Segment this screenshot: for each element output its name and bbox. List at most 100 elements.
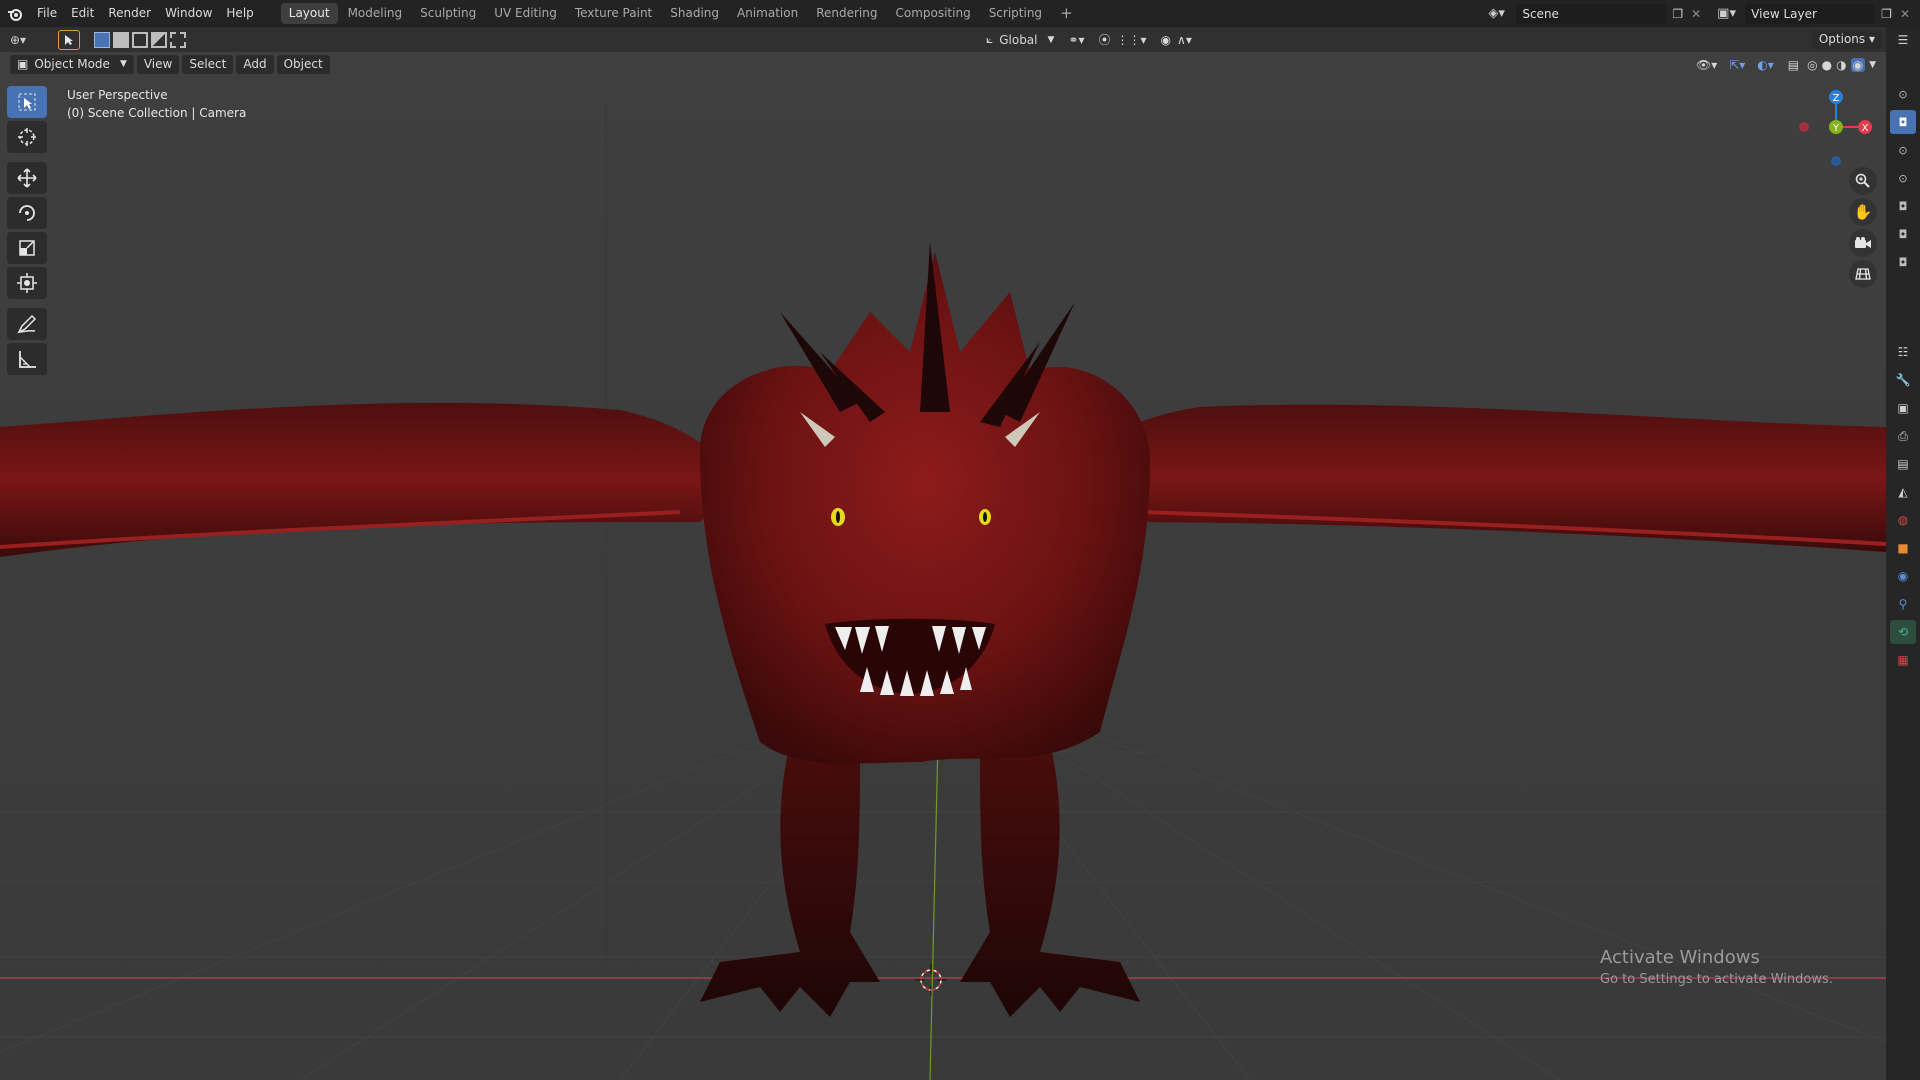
object-data-properties-icon[interactable]: ⟲ xyxy=(1890,620,1916,644)
transform-orientation-dropdown[interactable]: ⟀ Global ▼ xyxy=(986,32,1054,47)
scene-properties-icon[interactable]: ◭ xyxy=(1890,480,1916,504)
selection-mode-group[interactable] xyxy=(94,31,186,48)
camera-icon-6[interactable]: ◘ xyxy=(1890,250,1916,274)
select-box-tool[interactable] xyxy=(7,86,47,118)
tab-sculpting[interactable]: Sculpting xyxy=(412,3,484,24)
material-shading-icon[interactable]: ◑ xyxy=(1836,58,1846,72)
activate-windows-watermark: Activate Windows Go to Settings to activ… xyxy=(1600,946,1833,990)
tab-scripting[interactable]: Scripting xyxy=(981,3,1050,24)
view-layer-selector[interactable]: ▣▾ View Layer ❐ ✕ xyxy=(1717,3,1910,24)
properties-sidebar: ☰ ⊙ ◘ ⊙ ⊙ ◘ ◘ ◘ ☷ 🔧 ▣ ⎙ ▤ ◭ ◍ ■ ◉ ⚲ ⟲ ▦ xyxy=(1886,27,1920,1080)
world-properties-icon[interactable]: ◍ xyxy=(1890,508,1916,532)
view-layer-properties-icon[interactable]: ▤ xyxy=(1890,452,1916,476)
modifier-properties-icon[interactable]: ◉ xyxy=(1890,564,1916,588)
tab-compositing[interactable]: Compositing xyxy=(887,3,978,24)
camera-icon-active[interactable]: ◘ xyxy=(1890,110,1916,134)
physics-properties-icon[interactable]: ⚲ xyxy=(1890,592,1916,616)
tab-texture-paint[interactable]: Texture Paint xyxy=(567,3,660,24)
navigation-gizmo[interactable]: Z Y X xyxy=(1791,87,1881,177)
menu-help[interactable]: Help xyxy=(219,0,260,27)
neg-x-handle xyxy=(1799,122,1809,132)
select-extend-icon[interactable] xyxy=(113,31,129,48)
mode-dropdown[interactable]: ▣ Object Mode ▼ xyxy=(10,55,134,74)
camera-icon-3[interactable]: ⊙ xyxy=(1890,166,1916,190)
xray-icon[interactable]: ▤ xyxy=(1788,58,1799,72)
solid-shading-icon[interactable]: ● xyxy=(1822,58,1832,72)
move-tool[interactable] xyxy=(7,162,47,194)
camera-view-icon[interactable] xyxy=(1849,229,1877,257)
menu-object[interactable]: Object xyxy=(276,55,330,74)
menu-file[interactable]: File xyxy=(30,0,64,27)
select-new-icon[interactable] xyxy=(94,31,110,48)
proportional-edit-icon[interactable]: ◉ xyxy=(1161,33,1171,47)
falloff-icon[interactable]: ∧▾ xyxy=(1177,33,1192,47)
menu-window[interactable]: Window xyxy=(158,0,219,27)
3d-cursor xyxy=(915,964,947,996)
measure-tool[interactable] xyxy=(7,343,47,375)
shading-options-icon[interactable]: ▼ xyxy=(1869,60,1876,70)
scene-selector[interactable]: ◈▾ Scene ❐ ✕ xyxy=(1488,3,1701,24)
delete-view-layer-icon[interactable]: ✕ xyxy=(1900,7,1910,21)
chevron-down-icon: ▼ xyxy=(1047,34,1055,45)
tab-layout[interactable]: Layout xyxy=(280,3,338,24)
viewport-info: User Perspective (0) Scene Collection | … xyxy=(67,86,246,122)
outliner-icon[interactable]: ☰ xyxy=(1890,28,1916,52)
menu-add[interactable]: Add xyxy=(236,55,274,74)
menu-select[interactable]: Select xyxy=(182,55,234,74)
camera-icon-2[interactable]: ⊙ xyxy=(1890,138,1916,162)
3d-viewport[interactable]: ▣ Object Mode ▼ View Select Add Object 👁… xyxy=(0,52,1886,1080)
properties-editor-icon[interactable]: ☷ xyxy=(1890,340,1916,364)
select-invert-icon[interactable] xyxy=(151,31,167,48)
scale-tool[interactable] xyxy=(7,232,47,264)
menu-view[interactable]: View xyxy=(136,55,180,74)
editor-type-icon[interactable]: ⊕▾ xyxy=(10,33,40,47)
pivot-point-icon[interactable]: ⚭▾ xyxy=(1068,33,1084,47)
visibility-icon[interactable]: 👁▾ xyxy=(1696,58,1717,72)
texture-properties-icon[interactable]: ▦ xyxy=(1890,648,1916,672)
scene-field[interactable]: Scene xyxy=(1516,3,1667,24)
gizmo-toggle-icon[interactable]: ⇱▾ xyxy=(1729,58,1745,72)
cursor-tool[interactable] xyxy=(7,121,47,153)
options-dropdown[interactable]: Options ▾ xyxy=(1811,30,1882,49)
snap-target-icon[interactable]: ⋮⋮▾ xyxy=(1117,33,1147,47)
delete-scene-icon[interactable]: ✕ xyxy=(1691,7,1701,21)
object-properties-icon[interactable]: ■ xyxy=(1890,536,1916,560)
y-axis-line xyxy=(929,741,939,1080)
render-camera-icon[interactable]: ⊙ xyxy=(1890,82,1916,106)
output-properties-icon[interactable]: ⎙ xyxy=(1890,424,1916,448)
overlay-toggle-icon[interactable]: ◐▾ xyxy=(1757,58,1774,72)
render-properties-icon[interactable]: ▣ xyxy=(1890,396,1916,420)
rendered-shading-icon[interactable]: ◉ xyxy=(1850,57,1866,72)
snap-icon[interactable]: ⦿ xyxy=(1099,31,1111,48)
menu-render[interactable]: Render xyxy=(101,0,158,27)
view-layer-field[interactable]: View Layer xyxy=(1745,3,1876,24)
wireframe-shading-icon[interactable]: ◎ xyxy=(1807,58,1817,72)
annotate-tool[interactable] xyxy=(7,308,47,340)
tab-shading[interactable]: Shading xyxy=(662,3,727,24)
select-tool-icon[interactable] xyxy=(58,29,80,50)
new-scene-icon[interactable]: ❐ xyxy=(1672,7,1683,21)
camera-icon-5[interactable]: ◘ xyxy=(1890,222,1916,246)
add-workspace-button[interactable]: + xyxy=(1052,3,1081,24)
zoom-icon[interactable] xyxy=(1849,167,1877,195)
pan-hand-icon[interactable]: ✋ xyxy=(1849,198,1877,226)
perspective-toggle-icon[interactable] xyxy=(1849,260,1877,288)
menu-edit[interactable]: Edit xyxy=(64,0,101,27)
new-view-layer-icon[interactable]: ❐ xyxy=(1881,7,1892,21)
tab-animation[interactable]: Animation xyxy=(729,3,806,24)
svg-text:Z: Z xyxy=(1833,93,1840,104)
blender-logo-icon[interactable] xyxy=(0,0,30,27)
top-bar: File Edit Render Window Help Layout Mode… xyxy=(0,0,1920,27)
tab-uv-editing[interactable]: UV Editing xyxy=(486,3,565,24)
left-wing xyxy=(0,402,740,557)
select-intersect-icon[interactable] xyxy=(170,31,186,48)
tool-header: ⊕▾ ⟀ Global ▼ ⚭▾ ⦿ ⋮⋮▾ ◉ ∧▾ Options ▾ xyxy=(0,27,1890,52)
select-subtract-icon[interactable] xyxy=(132,31,148,48)
chevron-down-icon: ▼ xyxy=(119,59,127,69)
tool-properties-icon[interactable]: 🔧 xyxy=(1890,368,1916,392)
tab-modeling[interactable]: Modeling xyxy=(340,3,411,24)
tab-rendering[interactable]: Rendering xyxy=(808,3,885,24)
transform-tool[interactable] xyxy=(7,267,47,299)
rotate-tool[interactable] xyxy=(7,197,47,229)
camera-icon-4[interactable]: ◘ xyxy=(1890,194,1916,218)
